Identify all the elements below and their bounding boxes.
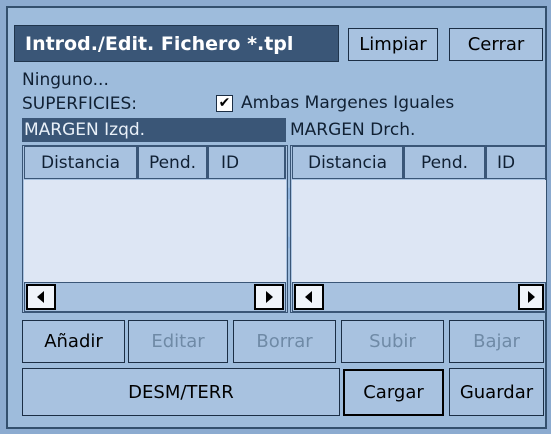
- left-margin-label: MARGEN Izqd.: [24, 120, 146, 140]
- right-col-id[interactable]: ID: [486, 146, 546, 179]
- same-margins-checkbox-row[interactable]: ✔ Ambas Margenes Iguales: [216, 93, 454, 113]
- left-arrow-icon: [305, 291, 312, 303]
- right-col-distance[interactable]: Distancia: [292, 146, 404, 179]
- file-status-text: Ninguno...: [22, 70, 109, 90]
- save-button[interactable]: Guardar: [449, 368, 544, 416]
- close-button[interactable]: Cerrar: [449, 28, 543, 61]
- dialog-title: Introd./Edit. Fichero *.tpl: [14, 25, 339, 62]
- right-hscrollbar[interactable]: [292, 282, 546, 312]
- delete-button[interactable]: Borrar: [233, 320, 336, 363]
- left-scroll-right-button[interactable]: [254, 284, 284, 310]
- load-button[interactable]: Cargar: [343, 369, 444, 416]
- right-scroll-right-button[interactable]: [518, 284, 544, 310]
- add-button[interactable]: Añadir: [22, 320, 125, 363]
- mode-button[interactable]: DESM/TERR: [22, 368, 340, 416]
- surfaces-label: SUPERFICIES:: [22, 94, 137, 114]
- same-margins-label: Ambas Margenes Iguales: [241, 93, 455, 113]
- left-list-body[interactable]: [24, 180, 286, 282]
- right-margin-label: MARGEN Drch.: [290, 120, 416, 140]
- right-col-slope[interactable]: Pend.: [404, 146, 486, 179]
- left-col-slope[interactable]: Pend.: [138, 146, 208, 179]
- right-arrow-icon: [266, 291, 273, 303]
- left-col-distance[interactable]: Distancia: [24, 146, 138, 179]
- left-arrow-icon: [37, 291, 44, 303]
- left-scroll-left-button[interactable]: [26, 284, 56, 310]
- clear-button[interactable]: Limpiar: [348, 28, 438, 61]
- right-scroll-left-button[interactable]: [294, 284, 324, 310]
- right-arrow-icon: [528, 291, 535, 303]
- move-up-button[interactable]: Subir: [341, 320, 444, 363]
- edit-button[interactable]: Editar: [128, 320, 228, 363]
- left-col-id[interactable]: ID: [208, 146, 286, 179]
- right-list-body[interactable]: [292, 180, 546, 282]
- move-down-button[interactable]: Bajar: [449, 320, 544, 363]
- same-margins-checkbox[interactable]: ✔: [216, 94, 233, 112]
- left-hscrollbar[interactable]: [24, 282, 286, 312]
